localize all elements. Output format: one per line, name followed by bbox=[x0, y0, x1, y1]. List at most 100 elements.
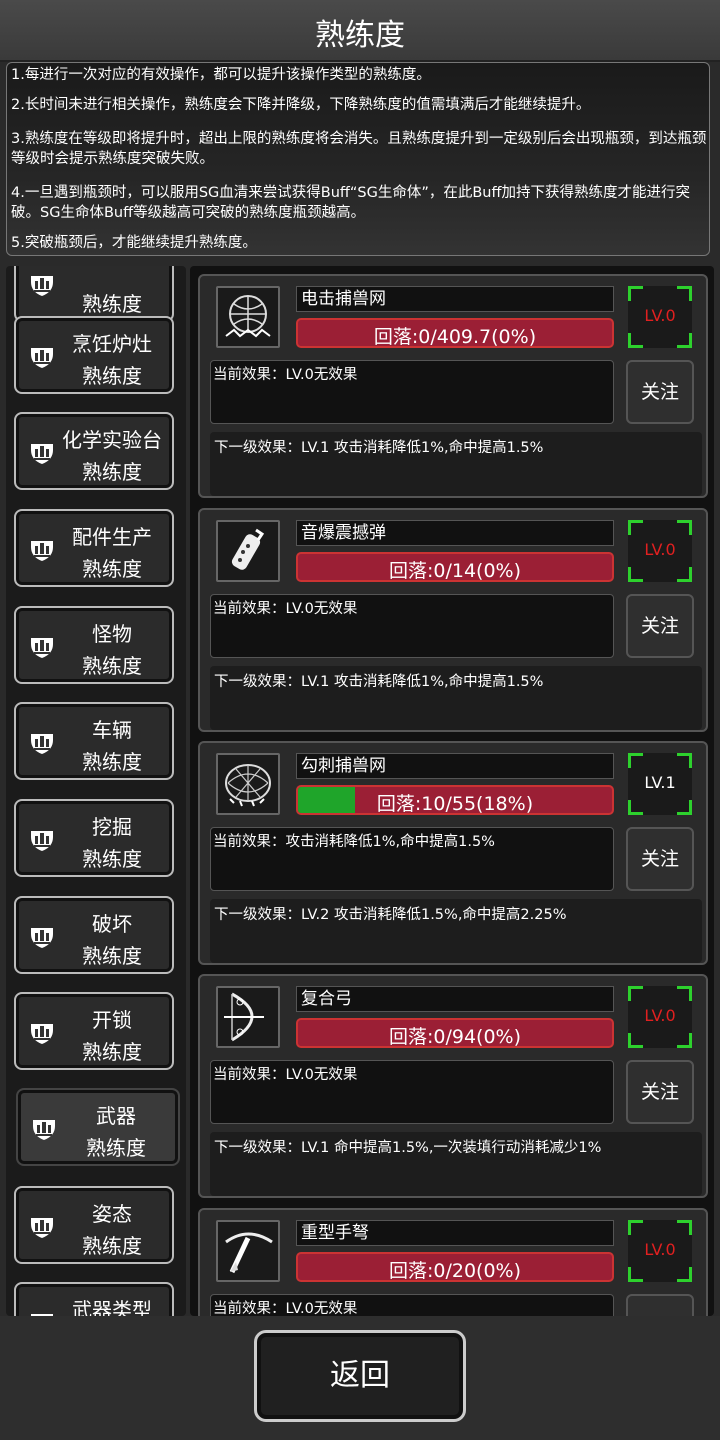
next-effect: 下一级效果：LV.2 攻击消耗降低1.5%,命中提高2.25% bbox=[210, 899, 702, 963]
proficiency-list[interactable]: 电击捕兽网 回落:0/409.7(0%) LV.0 当前效果：LV.0无效果 关… bbox=[190, 266, 714, 1316]
next-effect: 下一级效果：LV.1 攻击消耗降低1%,命中提高1.5% bbox=[210, 432, 702, 496]
sidebar-item-label: 化学实验台 bbox=[62, 428, 162, 452]
proficiency-icon bbox=[28, 924, 56, 950]
proficiency-icon bbox=[28, 1214, 56, 1240]
sidebar-item-10[interactable]: 姿态 熟练度 bbox=[14, 1186, 174, 1264]
current-effect: 当前效果：LV.0无效果 bbox=[210, 1060, 614, 1124]
back-button[interactable]: 返回 bbox=[254, 1330, 466, 1422]
item-name: 电击捕兽网 bbox=[296, 286, 614, 312]
follow-button[interactable]: 关注 bbox=[626, 360, 694, 424]
sidebar-item-sublabel: 熟练度 bbox=[82, 292, 142, 316]
current-effect: 当前效果：LV.0无效果 bbox=[210, 360, 614, 424]
rule-5: 5.突破瓶颈后，才能继续提升熟练度。 bbox=[11, 235, 257, 251]
sidebar-item-label: 武器 bbox=[96, 1104, 136, 1128]
proficiency-icon bbox=[28, 344, 56, 370]
progress-text: 回落:0/94(0%) bbox=[388, 1026, 522, 1048]
sidebar-item-label: 怪物 bbox=[92, 622, 132, 646]
barbed-net-icon bbox=[218, 764, 278, 817]
item-icon-frame bbox=[216, 520, 280, 582]
proficiency-card: 复合弓 回落:0/94(0%) LV.0 当前效果：LV.0无效果 关注 下一级… bbox=[198, 974, 708, 1198]
rule-2: 2.长时间未进行相关操作，熟练度会下降并降级，下降熟练度的值需填满后才能继续提升… bbox=[11, 97, 591, 113]
progress-text: 回落:0/409.7(0%) bbox=[373, 326, 537, 348]
follow-button[interactable]: 关注 bbox=[626, 827, 694, 891]
level-text: LV.1 bbox=[644, 773, 676, 792]
sidebar-item-sublabel: 熟练度 bbox=[82, 364, 142, 388]
proficiency-card: 电击捕兽网 回落:0/409.7(0%) LV.0 当前效果：LV.0无效果 关… bbox=[198, 274, 708, 498]
proficiency-card: 勾刺捕兽网 回落:10/55(18%) LV.1 当前效果：攻击消耗降低1%,命… bbox=[198, 741, 708, 965]
compound-bow-icon bbox=[218, 992, 278, 1050]
next-effect: 下一级效果：LV.1 攻击消耗降低1%,命中提高1.5% bbox=[210, 666, 702, 730]
sidebar-item-sublabel: 熟练度 bbox=[82, 944, 142, 968]
progress-bar: 回落:0/409.7(0%) bbox=[296, 318, 614, 348]
category-sidebar[interactable]: 熟练度 烹饪炉灶 熟练度 化学实验台 熟练度 配件生产 熟练度 怪物 熟练度 车辆 熟练度 挖掘 熟练度… bbox=[6, 266, 186, 1316]
progress-text: 回落:0/20(0%) bbox=[388, 1260, 522, 1282]
sidebar-item-8[interactable]: 开锁 熟练度 bbox=[14, 992, 174, 1070]
rule-3: 3.熟练度在等级即将提升时，超出上限的熟练度将会消失。且熟练度提升到一定级别后会… bbox=[11, 131, 707, 167]
sidebar-item-4[interactable]: 怪物 熟练度 bbox=[14, 606, 174, 684]
sidebar-item-sublabel: 熟练度 bbox=[82, 847, 142, 871]
progress-text: 回落:0/14(0%) bbox=[388, 560, 522, 582]
proficiency-card: 音爆震撼弹 回落:0/14(0%) LV.0 当前效果：LV.0无效果 关注 下… bbox=[198, 508, 708, 732]
sidebar-item-11[interactable]: 武器类型 bbox=[14, 1282, 174, 1316]
sidebar-item-label: 车辆 bbox=[92, 718, 132, 742]
follow-button[interactable]: 关注 bbox=[626, 1294, 694, 1316]
proficiency-icon bbox=[28, 1020, 56, 1046]
proficiency-card: 重型手弩 回落:0/20(0%) LV.0 当前效果：LV.0无效果 关注 bbox=[198, 1208, 708, 1316]
item-icon-frame bbox=[216, 286, 280, 348]
progress-bar: 回落:10/55(18%) bbox=[296, 785, 614, 815]
progress-bar: 回落:0/14(0%) bbox=[296, 552, 614, 582]
item-icon-frame bbox=[216, 986, 280, 1048]
proficiency-icon bbox=[28, 272, 56, 298]
proficiency-icon bbox=[28, 634, 56, 660]
sidebar-item-6[interactable]: 挖掘 熟练度 bbox=[14, 799, 174, 877]
sidebar-item-label: 开锁 bbox=[92, 1008, 132, 1032]
sidebar-item-5[interactable]: 车辆 熟练度 bbox=[14, 702, 174, 780]
follow-button[interactable]: 关注 bbox=[626, 594, 694, 658]
item-name: 重型手弩 bbox=[296, 1220, 614, 1246]
level-badge: LV.0 bbox=[628, 1220, 692, 1282]
item-icon-frame bbox=[216, 1220, 280, 1282]
item-name: 复合弓 bbox=[296, 986, 614, 1012]
sidebar-item-2[interactable]: 化学实验台 熟练度 bbox=[14, 412, 174, 490]
sidebar-item-label: 烹饪炉灶 bbox=[72, 332, 152, 356]
sidebar-item-sublabel: 熟练度 bbox=[82, 557, 142, 581]
sidebar-item-sublabel: 熟练度 bbox=[82, 1040, 142, 1064]
current-effect: 当前效果：攻击消耗降低1%,命中提高1.5% bbox=[210, 827, 614, 891]
sidebar-item-7[interactable]: 破坏 熟练度 bbox=[14, 896, 174, 974]
rules-panel: 1.每进行一次对应的有效操作，都可以提升该操作类型的熟练度。 2.长时间未进行相… bbox=[6, 62, 710, 256]
sidebar-item-sublabel: 熟练度 bbox=[86, 1136, 146, 1160]
rule-4: 4.一旦遇到瓶颈时，可以服用SG血清来尝试获得Buff“SG生命体”，在此Buf… bbox=[11, 185, 690, 221]
sidebar-item-1[interactable]: 烹饪炉灶 熟练度 bbox=[14, 316, 174, 394]
progress-text: 回落:10/55(18%) bbox=[376, 793, 534, 815]
proficiency-icon bbox=[28, 537, 56, 563]
level-badge: LV.0 bbox=[628, 520, 692, 582]
level-text: LV.0 bbox=[644, 1240, 676, 1259]
sidebar-item-label: 姿态 bbox=[92, 1202, 132, 1226]
level-text: LV.0 bbox=[644, 540, 676, 559]
sidebar-item-label: 武器类型 bbox=[72, 1298, 152, 1316]
sidebar-item-9[interactable]: 武器 熟练度 bbox=[16, 1088, 180, 1166]
sidebar-item-sublabel: 熟练度 bbox=[82, 460, 142, 484]
sidebar-item-label: 破坏 bbox=[92, 912, 132, 936]
bottom-bar: 返回 bbox=[0, 1316, 720, 1440]
sidebar-item-3[interactable]: 配件生产 熟练度 bbox=[14, 509, 174, 587]
title-bar: 熟练度 bbox=[0, 0, 720, 62]
proficiency-icon bbox=[28, 730, 56, 756]
proficiency-icon bbox=[28, 827, 56, 853]
proficiency-icon bbox=[30, 1116, 58, 1142]
proficiency-icon bbox=[28, 440, 56, 466]
heavy-crossbow-icon bbox=[218, 1232, 278, 1284]
current-effect: 当前效果：LV.0无效果 bbox=[210, 1294, 614, 1316]
sidebar-item-sublabel: 熟练度 bbox=[82, 750, 142, 774]
rule-1: 1.每进行一次对应的有效操作，都可以提升该操作类型的熟练度。 bbox=[11, 67, 431, 83]
item-name: 音爆震撼弹 bbox=[296, 520, 614, 546]
level-badge: LV.0 bbox=[628, 986, 692, 1048]
item-name: 勾刺捕兽网 bbox=[296, 753, 614, 779]
sidebar-item-sublabel: 熟练度 bbox=[82, 654, 142, 678]
sidebar-item-sublabel: 熟练度 bbox=[82, 1234, 142, 1258]
level-text: LV.0 bbox=[644, 1006, 676, 1025]
follow-button[interactable]: 关注 bbox=[626, 1060, 694, 1124]
sidebar-item-0[interactable]: 熟练度 bbox=[14, 266, 174, 322]
next-effect: 下一级效果：LV.1 命中提高1.5%,一次装填行动消耗减少1% bbox=[210, 1132, 702, 1196]
level-badge: LV.0 bbox=[628, 286, 692, 348]
